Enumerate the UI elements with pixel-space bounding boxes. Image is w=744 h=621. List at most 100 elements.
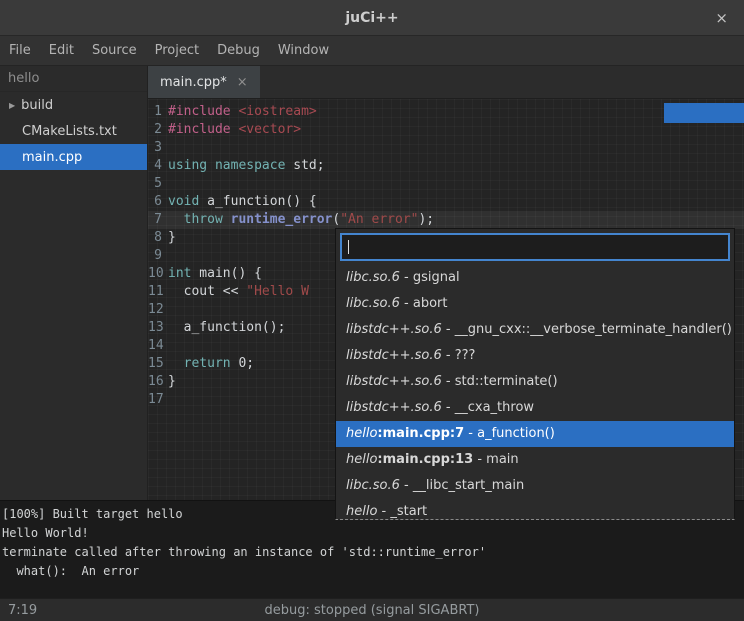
library-name: libc.so.6 [346, 270, 400, 285]
backtrace-item[interactable]: libc.so.6 - abort [336, 291, 734, 317]
frame-description: - __libc_start_main [400, 478, 524, 493]
popup-filter-input[interactable] [340, 233, 730, 261]
line-number: 17 [148, 391, 168, 409]
line-number: 6 [148, 193, 168, 211]
frame-description: - main [473, 452, 518, 467]
library-name: hello [346, 452, 377, 467]
line-number: 14 [148, 337, 168, 355]
debug-status-message: debug: stopped (signal SIGABRT) [0, 599, 744, 621]
line-number: 16 [148, 373, 168, 391]
code-text: using namespace std; [168, 157, 325, 175]
library-name: hello [346, 504, 377, 519]
line-number: 12 [148, 301, 168, 319]
library-name: hello [346, 426, 377, 441]
titlebar[interactable]: juCi++ × [0, 0, 744, 36]
line-number: 10 [148, 265, 168, 283]
jucipp-window: juCi++ × FileEditSourceProjectDebugWindo… [0, 0, 744, 621]
library-name: libstdc++.so.6 [346, 322, 442, 337]
backtrace-item[interactable]: libc.so.6 - __libc_start_main [336, 473, 734, 499]
code-text: int main() { [168, 265, 262, 283]
line-number: 9 [148, 247, 168, 265]
library-name: libstdc++.so.6 [346, 400, 442, 415]
backtrace-item[interactable]: libstdc++.so.6 - __cxa_throw [336, 395, 734, 421]
tree-item-build[interactable]: ▶ build [0, 92, 147, 118]
code-text: } [168, 373, 176, 391]
backtrace-item[interactable]: hello:main.cpp:13 - main [336, 447, 734, 473]
code-line-2: 2#include <vector> [148, 121, 744, 139]
backtrace-item[interactable]: hello:main.cpp:7 - a_function() [336, 421, 734, 447]
code-text: cout << "Hello W [168, 283, 309, 301]
backtrace-item[interactable]: libstdc++.so.6 - std::terminate() [336, 369, 734, 395]
menu-file[interactable]: File [0, 36, 40, 65]
frame-description: - std::terminate() [442, 374, 558, 389]
menu-project[interactable]: Project [146, 36, 208, 65]
backtrace-item[interactable]: libstdc++.so.6 - ??? [336, 343, 734, 369]
code-text: a_function(); [168, 319, 285, 337]
editor-scrollbar-thumb[interactable] [664, 103, 744, 123]
tree-item-main-cpp[interactable]: main.cpp [0, 144, 147, 170]
line-number: 3 [148, 139, 168, 157]
menubar: FileEditSourceProjectDebugWindow [0, 36, 744, 66]
backtrace-item[interactable]: libc.so.6 - gsignal [336, 265, 734, 291]
debug-backtrace-popup: libc.so.6 - gsignallibc.so.6 - abortlibs… [335, 228, 735, 520]
code-line-7: 7 throw runtime_error("An error"); [148, 211, 744, 229]
backtrace-item[interactable]: hello - _start [336, 499, 734, 520]
output-line: what(): An error [2, 562, 744, 581]
menu-window[interactable]: Window [269, 36, 338, 65]
expander-icon[interactable]: ▶ [9, 101, 15, 110]
library-name: libc.so.6 [346, 296, 400, 311]
library-name: libstdc++.so.6 [346, 348, 442, 363]
project-root[interactable]: hello [0, 66, 147, 92]
menu-source[interactable]: Source [83, 36, 146, 65]
tree-item-label: main.cpp [22, 150, 82, 165]
tab-main-cpp[interactable]: main.cpp* × [148, 66, 260, 98]
frame-description: - ??? [442, 348, 476, 363]
tree-item-label: build [21, 98, 53, 113]
line-number: 4 [148, 157, 168, 175]
code-text: } [168, 229, 176, 247]
backtrace-list: libc.so.6 - gsignallibc.so.6 - abortlibs… [336, 265, 734, 520]
menu-debug[interactable]: Debug [208, 36, 269, 65]
file-location: :main.cpp:7 [377, 426, 464, 441]
status-bar: 7:19 debug: stopped (signal SIGABRT) [0, 598, 744, 621]
frame-description: - abort [400, 296, 448, 311]
code-text: #include <iostream> [168, 103, 317, 121]
project-name: hello [8, 71, 39, 86]
frame-description: - a_function() [464, 426, 555, 441]
line-number: 5 [148, 175, 168, 193]
frame-description: - _start [377, 504, 427, 519]
line-number: 1 [148, 103, 168, 121]
line-number: 2 [148, 121, 168, 139]
code-text: void a_function() { [168, 193, 317, 211]
tree-item-cmakelists-txt[interactable]: CMakeLists.txt [0, 118, 147, 144]
output-line: Hello World! [2, 524, 744, 543]
code-text: #include <vector> [168, 121, 301, 139]
line-number: 7 [148, 211, 168, 229]
window-title: juCi++ [0, 0, 744, 36]
code-line-4: 4using namespace std; [148, 157, 744, 175]
line-number: 8 [148, 229, 168, 247]
library-name: libstdc++.so.6 [346, 374, 442, 389]
tree-item-label: CMakeLists.txt [22, 124, 117, 139]
code-line-1: 1#include <iostream> [148, 103, 744, 121]
window-close-icon[interactable]: × [709, 0, 734, 36]
backtrace-item[interactable]: libstdc++.so.6 - __gnu_cxx::__verbose_te… [336, 317, 734, 343]
tab-label: main.cpp* [160, 75, 227, 90]
line-number: 15 [148, 355, 168, 373]
tab-close-icon[interactable]: × [237, 75, 248, 90]
popup-input-wrap [340, 233, 730, 261]
library-name: libc.so.6 [346, 478, 400, 493]
code-line-3: 3 [148, 139, 744, 157]
code-text: return 0; [168, 355, 254, 373]
menu-edit[interactable]: Edit [40, 36, 83, 65]
tab-bar: main.cpp* × [148, 66, 744, 99]
line-number: 11 [148, 283, 168, 301]
code-line-5: 5 [148, 175, 744, 193]
line-number: 13 [148, 319, 168, 337]
file-tree-panel: hello ▶ build CMakeLists.txt main.cpp [0, 66, 148, 500]
file-location: :main.cpp:13 [377, 452, 473, 467]
frame-description: - gsignal [400, 270, 460, 285]
text-cursor [348, 240, 349, 254]
file-tree: ▶ build CMakeLists.txt main.cpp [0, 92, 147, 170]
frame-description: - __cxa_throw [442, 400, 534, 415]
